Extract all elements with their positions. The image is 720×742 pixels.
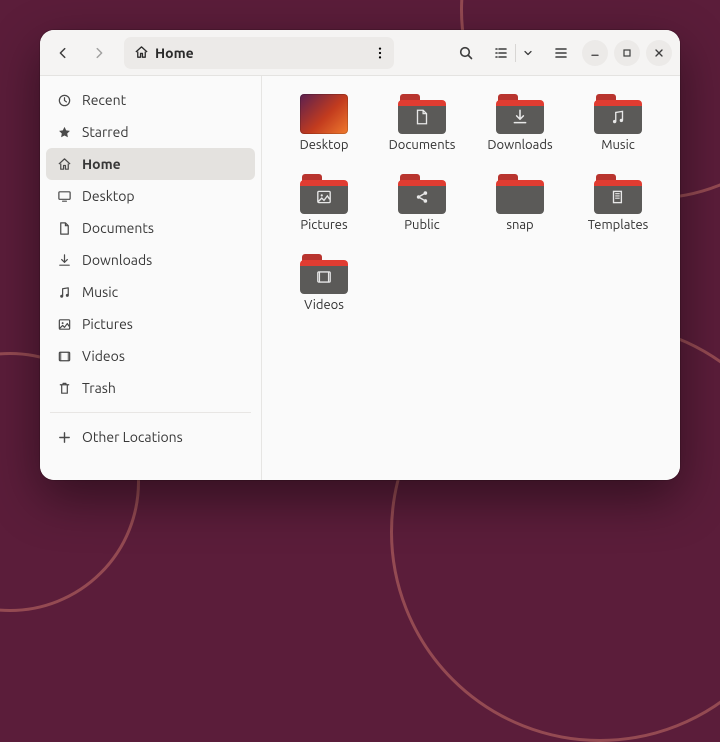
sidebar-item-music[interactable]: Music <box>46 276 255 308</box>
sidebar-item-label: Downloads <box>82 252 152 268</box>
divider <box>515 44 516 62</box>
home-icon <box>56 157 72 172</box>
folder-icon <box>496 94 544 134</box>
plus-icon <box>56 430 72 445</box>
maximize-icon <box>621 47 633 59</box>
clock-icon <box>56 93 72 108</box>
share-icon <box>413 188 431 206</box>
sidebar-item-label: Desktop <box>82 188 135 204</box>
forward-button[interactable] <box>84 38 114 68</box>
sidebar-item-starred[interactable]: Starred <box>46 116 255 148</box>
sidebar: Recent Starred Home Desktop Documents Do… <box>40 76 262 480</box>
path-crumb-label: Home <box>155 45 194 61</box>
search-icon <box>458 45 474 61</box>
sidebar-item-home[interactable]: Home <box>46 148 255 180</box>
grid-item-label: Templates <box>588 218 649 232</box>
content-area[interactable]: Desktop Documents Downloads <box>262 76 680 480</box>
sidebar-item-trash[interactable]: Trash <box>46 372 255 404</box>
grid-item-pictures[interactable]: Pictures <box>276 174 372 232</box>
sidebar-item-label: Videos <box>82 348 125 364</box>
picture-icon <box>56 317 72 332</box>
close-button[interactable] <box>646 40 672 66</box>
sidebar-item-label: Recent <box>82 92 126 108</box>
star-icon <box>56 125 72 140</box>
view-toggle[interactable] <box>487 38 540 68</box>
path-crumb-home[interactable]: Home <box>124 37 204 69</box>
desktop-icon <box>56 189 72 204</box>
grid-item-documents[interactable]: Documents <box>374 94 470 152</box>
grid-item-desktop[interactable]: Desktop <box>276 94 372 152</box>
sidebar-item-pictures[interactable]: Pictures <box>46 308 255 340</box>
hamburger-menu-button[interactable] <box>546 38 576 68</box>
maximize-button[interactable] <box>614 40 640 66</box>
list-view-icon <box>493 45 509 61</box>
sidebar-item-recent[interactable]: Recent <box>46 84 255 116</box>
download-icon <box>56 253 72 268</box>
grid-item-public[interactable]: Public <box>374 174 470 232</box>
video-icon <box>56 349 72 364</box>
sidebar-item-other-locations[interactable]: Other Locations <box>46 421 255 453</box>
folder-icon <box>398 174 446 214</box>
download-icon <box>511 108 529 126</box>
grid-item-videos[interactable]: Videos <box>276 254 372 312</box>
icon-grid: Desktop Documents Downloads <box>276 94 666 312</box>
close-icon <box>653 47 665 59</box>
sidebar-item-documents[interactable]: Documents <box>46 212 255 244</box>
chevron-left-icon <box>56 46 70 60</box>
grid-item-label: Documents <box>389 138 456 152</box>
sidebar-item-label: Starred <box>82 124 129 140</box>
folder-icon <box>300 254 348 294</box>
path-menu-button[interactable] <box>366 46 394 60</box>
sidebar-separator <box>50 412 251 413</box>
grid-item-label: Videos <box>304 298 344 312</box>
chevron-right-icon <box>92 46 106 60</box>
home-icon <box>134 45 149 60</box>
music-icon <box>56 285 72 300</box>
headerbar: Home <box>40 30 680 76</box>
sidebar-item-label: Documents <box>82 220 154 236</box>
trash-icon <box>56 381 72 396</box>
grid-item-label: Music <box>601 138 635 152</box>
grid-item-label: Desktop <box>300 138 349 152</box>
document-icon <box>56 221 72 236</box>
kebab-icon <box>373 46 387 60</box>
sidebar-item-label: Music <box>82 284 118 300</box>
grid-item-label: Downloads <box>487 138 552 152</box>
folder-icon <box>398 94 446 134</box>
sidebar-item-label: Home <box>82 156 121 172</box>
chevron-down-icon <box>522 47 534 59</box>
sidebar-item-downloads[interactable]: Downloads <box>46 244 255 276</box>
picture-icon <box>315 188 333 206</box>
video-icon <box>315 268 333 286</box>
document-icon <box>413 108 431 126</box>
grid-item-label: Public <box>404 218 439 232</box>
file-manager-window: Home <box>40 30 680 480</box>
desktop-wallpaper-icon <box>300 94 348 134</box>
grid-item-downloads[interactable]: Downloads <box>472 94 568 152</box>
folder-icon <box>300 174 348 214</box>
folder-icon <box>496 174 544 214</box>
folder-icon <box>594 94 642 134</box>
grid-item-templates[interactable]: Templates <box>570 174 666 232</box>
sidebar-item-videos[interactable]: Videos <box>46 340 255 372</box>
sidebar-item-label: Trash <box>82 380 116 396</box>
back-button[interactable] <box>48 38 78 68</box>
sidebar-item-label: Other Locations <box>82 429 183 445</box>
grid-item-snap[interactable]: snap <box>472 174 568 232</box>
grid-item-label: Pictures <box>300 218 347 232</box>
minimize-button[interactable] <box>582 40 608 66</box>
sidebar-item-label: Pictures <box>82 316 133 332</box>
hamburger-icon <box>553 45 569 61</box>
path-bar[interactable]: Home <box>124 37 394 69</box>
sidebar-item-desktop[interactable]: Desktop <box>46 180 255 212</box>
search-button[interactable] <box>451 38 481 68</box>
folder-icon <box>594 174 642 214</box>
grid-item-music[interactable]: Music <box>570 94 666 152</box>
minimize-icon <box>589 47 601 59</box>
grid-item-label: snap <box>506 218 533 232</box>
music-icon <box>609 108 627 126</box>
template-icon <box>609 188 627 206</box>
